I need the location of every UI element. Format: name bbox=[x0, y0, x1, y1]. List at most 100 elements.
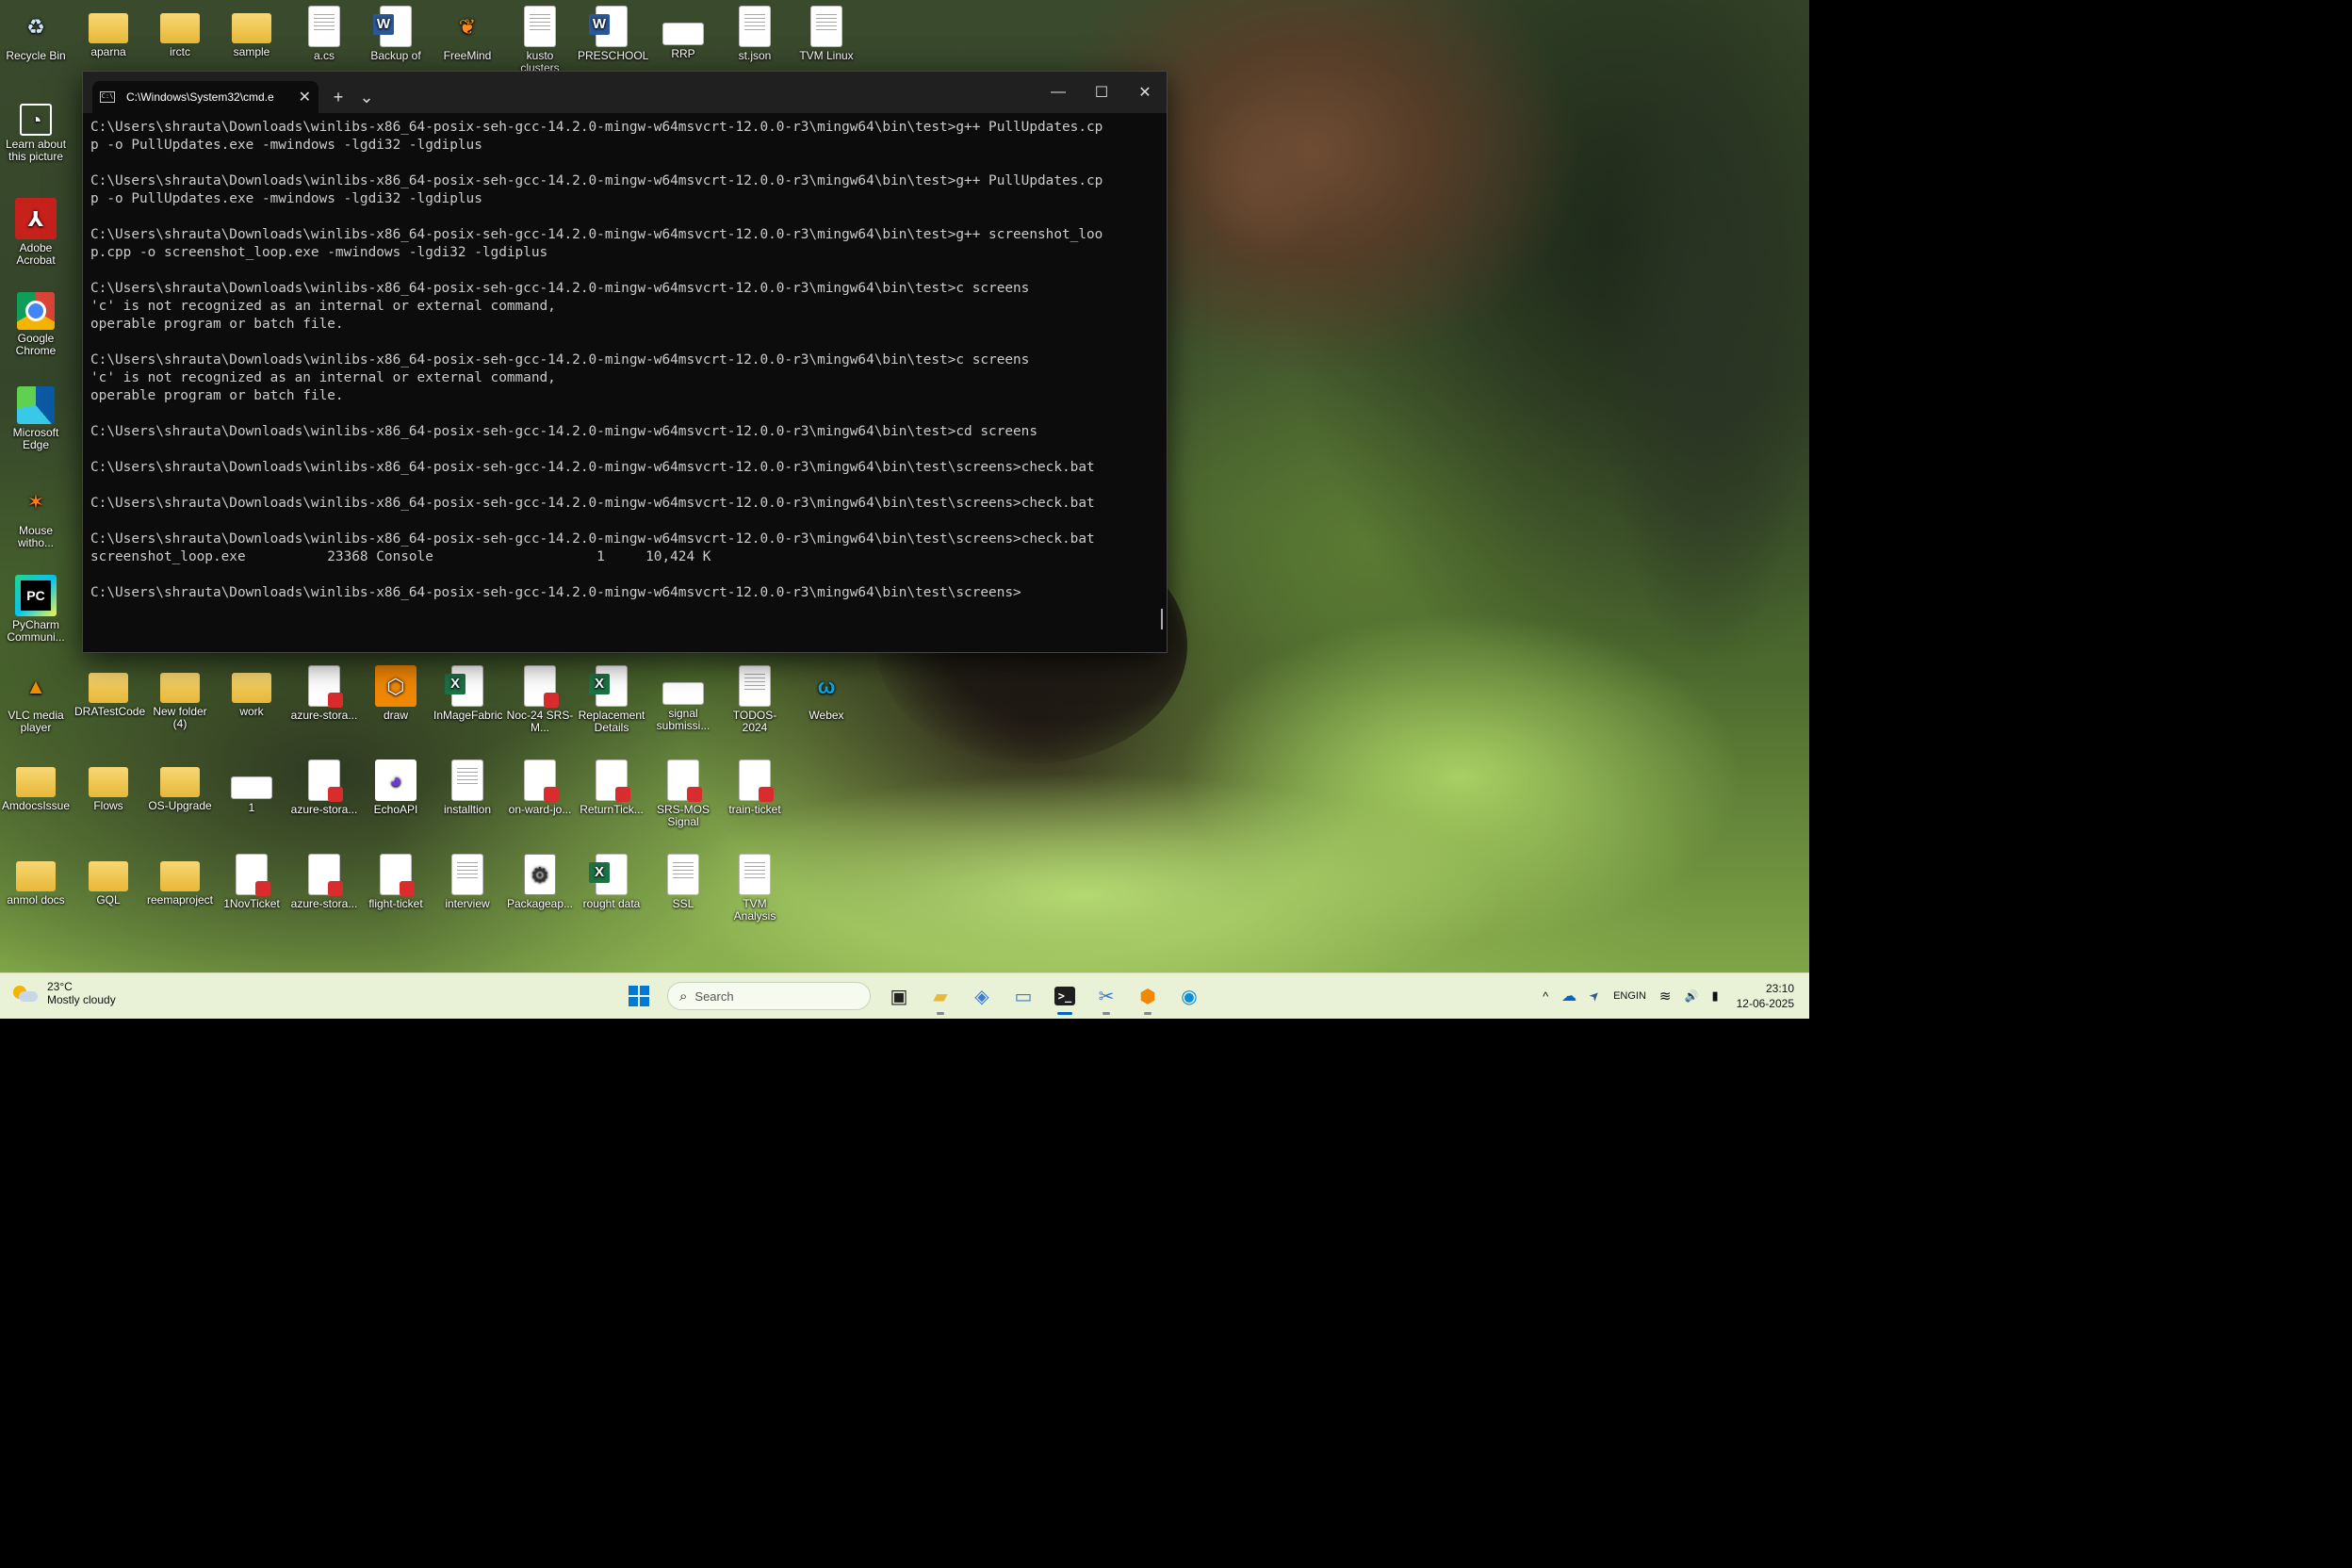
maximize-button[interactable]: ☐ bbox=[1080, 72, 1123, 113]
desktop-icon[interactable]: New folder (4) bbox=[146, 665, 214, 730]
desktop-icon[interactable]: Flows bbox=[74, 760, 142, 812]
new-tab-button[interactable]: + bbox=[324, 81, 352, 113]
desktop-icon[interactable]: azure-stora... bbox=[290, 854, 358, 910]
terminal-icon: >_ bbox=[1054, 987, 1076, 1005]
desktop-icon[interactable]: flight-ticket bbox=[362, 854, 430, 910]
desktop-icon[interactable]: interview bbox=[433, 854, 501, 910]
desktop-icon[interactable]: ♻ Recycle Bin bbox=[2, 6, 70, 62]
taskbar-app-drawio[interactable]: ⬢ bbox=[1129, 977, 1167, 1015]
taskbar-app-microsoft-365[interactable]: ◈ bbox=[963, 977, 1001, 1015]
recycle-bin-icon: ♻ bbox=[26, 14, 45, 39]
desktop-icon[interactable]: aparna bbox=[74, 6, 142, 58]
terminal-line: C:\Users\shrauta\Downloads\winlibs-x86_6… bbox=[90, 173, 1103, 188]
desktop-icon[interactable]: kusto clusters bbox=[506, 6, 574, 74]
desktop-icon[interactable]: sample bbox=[218, 6, 286, 58]
desktop-icon[interactable]: 1 bbox=[218, 760, 286, 814]
volume-icon[interactable]: 🔊 bbox=[1685, 989, 1699, 1003]
desktop-icon[interactable]: OS-Upgrade bbox=[146, 760, 214, 812]
terminal-line: 'c' is not recognized as an internal or … bbox=[90, 299, 556, 314]
desktop-icon-label: Packageap... bbox=[506, 897, 574, 910]
desktop-icon[interactable]: reemaproject bbox=[146, 854, 214, 906]
desktop-icon[interactable]: InMageFabric bbox=[433, 665, 502, 722]
desktop-icon[interactable]: ⅄ Adobe Acrobat bbox=[2, 198, 70, 267]
desktop-icon[interactable]: on-ward-jo... bbox=[506, 760, 574, 816]
desktop-icon[interactable]: ◕ EchoAPI bbox=[362, 760, 430, 816]
desktop-icon[interactable]: Replacement Details bbox=[578, 665, 645, 734]
pdf-icon bbox=[236, 854, 270, 896]
onedrive-icon[interactable]: ☁ bbox=[1561, 987, 1576, 1005]
tab-dropdown-button[interactable]: ⌄ bbox=[352, 81, 381, 113]
weather-widget[interactable]: 23°C Mostly cloudy bbox=[13, 980, 116, 1006]
taskbar-app-terminal[interactable]: >_ bbox=[1046, 977, 1084, 1015]
desktop-icon[interactable]: PRESCHOOL bbox=[578, 6, 648, 62]
desktop-icon[interactable]: azure-stora... bbox=[290, 760, 358, 816]
desktop-icon[interactable]: TODOS-2024 bbox=[721, 665, 789, 734]
desktop-icon[interactable]: AmdocsIssue bbox=[2, 760, 70, 812]
tray-overflow-chevron-icon[interactable]: ^ bbox=[1543, 989, 1548, 1004]
desktop-icon[interactable]: ⚙ Packageap... bbox=[506, 854, 574, 910]
desktop-icon-label: on-ward-jo... bbox=[508, 803, 572, 816]
pdf-icon bbox=[308, 665, 343, 708]
desktop-icon[interactable]: st.json bbox=[721, 6, 789, 62]
desktop-icon[interactable]: a.cs bbox=[290, 6, 358, 62]
desktop-icon[interactable]: azure-stora... bbox=[290, 665, 358, 722]
webex-icon: ω bbox=[817, 674, 836, 698]
folder-icon bbox=[89, 673, 128, 703]
desktop-icon[interactable]: anmol docs bbox=[2, 854, 70, 906]
terminal-output[interactable]: C:\Users\shrauta\Downloads\winlibs-x86_6… bbox=[83, 113, 1167, 631]
terminal-line: C:\Users\shrauta\Downloads\winlibs-x86_6… bbox=[90, 424, 1038, 439]
language-indicator[interactable]: ENG IN bbox=[1613, 989, 1646, 1003]
desktop-icon[interactable]: ❦ FreeMind bbox=[433, 6, 501, 62]
desktop-icon[interactable]: Google Chrome bbox=[2, 292, 70, 357]
desktop-icon[interactable]: work bbox=[218, 665, 286, 718]
desktop-icon[interactable]: RRP bbox=[649, 6, 717, 60]
close-button[interactable]: ✕ bbox=[1123, 72, 1167, 113]
taskbar-app-window-app[interactable]: ▭ bbox=[1004, 977, 1042, 1015]
taskbar-search[interactable]: ⌕ Search bbox=[667, 982, 871, 1010]
desktop-icon[interactable]: TVM Analysis bbox=[721, 854, 789, 923]
clock[interactable]: 23:10 12-06-2025 bbox=[1737, 981, 1794, 1011]
desktop-icon[interactable]: TVM Linux bbox=[792, 6, 860, 62]
desktop-icon[interactable]: ◔ Learn about this picture bbox=[2, 104, 70, 163]
desktop-icon[interactable]: ReturnTick... bbox=[578, 760, 645, 816]
terminal-tab[interactable]: C:\ C:\Windows\System32\cmd.e ✕ bbox=[92, 81, 318, 113]
start-button[interactable] bbox=[620, 977, 658, 1015]
desktop-icon[interactable]: ω Webex bbox=[792, 665, 860, 722]
taskbar-app-snipping-tool[interactable]: ✂ bbox=[1087, 977, 1125, 1015]
desktop-icon[interactable]: Microsoft Edge bbox=[2, 386, 70, 451]
desktop-icon[interactable]: irctc bbox=[146, 6, 214, 58]
tab-close-icon[interactable]: ✕ bbox=[299, 88, 311, 106]
document-icon bbox=[451, 854, 483, 895]
pycharm-icon bbox=[15, 575, 57, 616]
desktop-icon[interactable]: ✶ Mouse witho... bbox=[2, 481, 70, 549]
location-icon[interactable]: ➤ bbox=[1586, 987, 1604, 1004]
desktop-icon[interactable]: GQL bbox=[74, 854, 142, 906]
desktop-icon[interactable]: SRS-MOS Signal bbox=[649, 760, 717, 828]
desktop-icon[interactable]: rought data bbox=[578, 854, 645, 910]
desktop-icon[interactable]: Backup of bbox=[362, 6, 430, 62]
desktop-icon[interactable]: installtion bbox=[433, 760, 501, 816]
desktop-icon[interactable]: 1NovTicket bbox=[218, 854, 286, 910]
desktop-icon[interactable]: train-ticket bbox=[721, 760, 789, 816]
desktop-icon[interactable]: Noc-24 SRS-M... bbox=[506, 665, 574, 734]
taskbar-app-task-view[interactable]: ▣ bbox=[880, 977, 918, 1015]
wifi-icon[interactable]: ≋ bbox=[1659, 988, 1672, 1004]
battery-icon[interactable]: ▮ bbox=[1711, 988, 1718, 1004]
minimize-button[interactable]: — bbox=[1037, 72, 1080, 113]
mouse-without-borders-icon: ✶ bbox=[26, 489, 45, 514]
terminal-scrollbar[interactable] bbox=[1161, 609, 1163, 629]
terminal-line: C:\Users\shrauta\Downloads\winlibs-x86_6… bbox=[90, 352, 1030, 368]
taskbar-app-file-explorer[interactable]: ▰ bbox=[922, 977, 959, 1015]
desktop-icon[interactable]: signal submissi... bbox=[649, 665, 717, 732]
terminal-line: p -o PullUpdates.exe -mwindows -lgdi32 -… bbox=[90, 191, 482, 206]
desktop-icon-label: aparna bbox=[90, 45, 126, 58]
desktop-icon[interactable]: PyCharm Communi... bbox=[2, 575, 70, 644]
desktop-icon[interactable]: ▲ VLC media player bbox=[2, 665, 70, 734]
desktop-icon[interactable]: SSL bbox=[649, 854, 717, 910]
desktop-icon[interactable]: ⬡ draw bbox=[362, 665, 430, 722]
desktop-icon[interactable]: DRATestCode bbox=[74, 665, 145, 718]
search-placeholder: Search bbox=[694, 988, 734, 1004]
taskbar-app-edge[interactable]: ◉ bbox=[1170, 977, 1208, 1015]
terminal-window[interactable]: C:\ C:\Windows\System32\cmd.e ✕ + ⌄ — ☐ … bbox=[82, 71, 1168, 653]
terminal-titlebar[interactable]: C:\ C:\Windows\System32\cmd.e ✕ + ⌄ — ☐ … bbox=[83, 72, 1167, 113]
